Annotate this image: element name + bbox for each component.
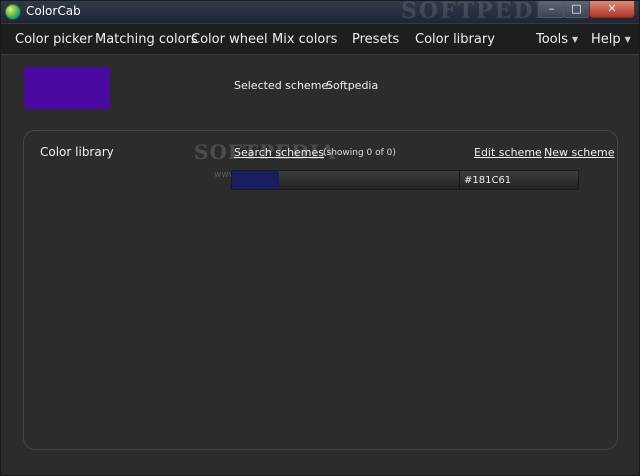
colorcab-logo-icon bbox=[5, 4, 21, 20]
selected-scheme-value: Softpedia bbox=[326, 79, 379, 92]
menu-tools[interactable]: Tools ▼ bbox=[536, 32, 578, 47]
menu-presets[interactable]: Presets bbox=[352, 32, 399, 47]
title-bar[interactable]: ColorCab SOFTPEDIA – □ ✕ bbox=[1, 0, 639, 24]
menu-color-library[interactable]: Color library bbox=[415, 32, 495, 47]
menu-bar: Color picker Matching colors Color wheel… bbox=[1, 23, 639, 55]
chevron-down-icon: ▼ bbox=[572, 35, 579, 44]
selected-scheme-label: Selected scheme: bbox=[234, 79, 332, 92]
menu-matching-colors[interactable]: Matching colors bbox=[95, 32, 198, 47]
chevron-down-icon: ▼ bbox=[624, 35, 631, 44]
results-count: (showing 0 of 0) bbox=[323, 148, 396, 158]
current-color-swatch[interactable] bbox=[24, 67, 110, 109]
scheme-hex-value: #181C61 bbox=[464, 175, 512, 186]
new-scheme-link[interactable]: New scheme bbox=[544, 146, 615, 159]
minimize-button[interactable]: – bbox=[538, 1, 565, 18]
edit-scheme-link[interactable]: Edit scheme bbox=[474, 146, 542, 159]
menu-color-wheel[interactable]: Color wheel bbox=[191, 32, 268, 47]
menu-help[interactable]: Help ▼ bbox=[591, 32, 631, 47]
scheme-color-swatch[interactable] bbox=[232, 171, 279, 189]
menu-tools-label: Tools bbox=[536, 32, 569, 47]
app-window: ColorCab SOFTPEDIA – □ ✕ Color picker Ma… bbox=[0, 0, 640, 476]
menu-help-label: Help bbox=[591, 32, 621, 47]
maximize-button[interactable]: □ bbox=[563, 1, 590, 18]
window-title: ColorCab bbox=[26, 4, 81, 18]
panel-title: Color library bbox=[40, 145, 114, 159]
search-schemes-link[interactable]: Search schemes bbox=[234, 146, 324, 159]
menu-mix-colors[interactable]: Mix colors bbox=[272, 32, 337, 47]
menu-color-picker[interactable]: Color picker bbox=[15, 32, 93, 47]
scheme-divider bbox=[459, 171, 460, 189]
close-button[interactable]: ✕ bbox=[589, 1, 635, 18]
scheme-row[interactable] bbox=[231, 170, 579, 190]
